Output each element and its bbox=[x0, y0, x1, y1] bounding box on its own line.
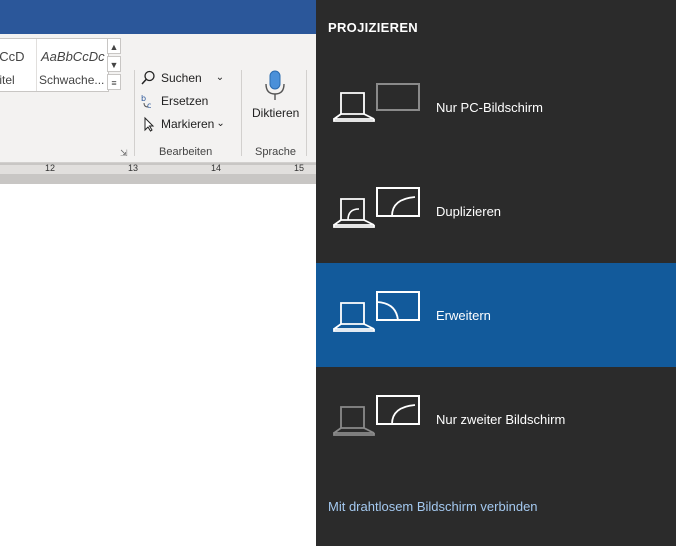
svg-text:b: b bbox=[141, 94, 146, 103]
editing-group: Suchen ⌄ bc Ersetzen Markieren ⌄ bbox=[140, 66, 225, 135]
option-label: Nur zweiter Bildschirm bbox=[436, 412, 566, 427]
project-panel: PROJIZIEREN Nur PC-Bildschirm Dupliziere… bbox=[316, 0, 676, 546]
chevron-down-icon: ⌄ bbox=[216, 118, 225, 129]
ruler-number: 15 bbox=[294, 163, 305, 173]
extend-icon bbox=[333, 291, 420, 332]
ruler-number: 13 bbox=[128, 163, 139, 173]
replace-icon: bc bbox=[140, 93, 158, 110]
chevron-down-icon: ⌄ bbox=[215, 72, 225, 83]
search-icon bbox=[140, 70, 158, 86]
option-label: Duplizieren bbox=[436, 204, 502, 219]
style-sample: bCcD bbox=[0, 49, 25, 64]
style-item[interactable]: bCcD rtitel bbox=[0, 39, 30, 91]
connect-wireless-display-link[interactable]: Mit drahtlosem Bildschirm verbinden bbox=[328, 499, 538, 514]
ruler-number: 12 bbox=[45, 163, 56, 173]
option-pc-screen-only[interactable]: Nur PC-Bildschirm bbox=[316, 55, 676, 159]
style-sample: AaBbCcDc bbox=[41, 49, 105, 64]
styles-scroll: ▲ ▼ ≡ bbox=[107, 38, 121, 90]
option-second-screen-only[interactable]: Nur zweiter Bildschirm bbox=[316, 367, 676, 471]
editing-group-label: Bearbeiten bbox=[159, 146, 213, 158]
select-label: Markieren bbox=[161, 116, 215, 131]
ribbon-separator bbox=[241, 70, 242, 156]
title-bar bbox=[0, 0, 316, 34]
select-button[interactable]: Markieren ⌄ bbox=[140, 112, 225, 135]
style-name: rtitel bbox=[0, 73, 15, 87]
search-button[interactable]: Suchen ⌄ bbox=[140, 66, 225, 89]
option-extend[interactable]: Erweitern bbox=[316, 263, 676, 367]
replace-label: Ersetzen bbox=[161, 93, 209, 108]
replace-button[interactable]: bc Ersetzen bbox=[140, 89, 225, 112]
styles-scroll-up-button[interactable]: ▲ bbox=[107, 38, 121, 54]
styles-expand-button[interactable]: ≡ bbox=[107, 74, 121, 90]
style-name: Schwache... bbox=[39, 73, 105, 87]
document-page[interactable] bbox=[0, 184, 316, 546]
duplicate-icon bbox=[333, 187, 420, 228]
styles-scroll-down-button[interactable]: ▼ bbox=[107, 56, 121, 72]
option-duplicate[interactable]: Duplizieren bbox=[316, 159, 676, 263]
search-label: Suchen bbox=[161, 70, 202, 85]
word-window: bCcD rtitel AaBbCcDc Schwache... ▲ ▼ ≡ ⇲… bbox=[0, 0, 316, 546]
styles-gallery: bCcD rtitel AaBbCcDc Schwache... bbox=[0, 38, 109, 92]
ruler-number: 14 bbox=[211, 163, 222, 173]
cursor-icon bbox=[140, 116, 158, 132]
ribbon-separator bbox=[306, 70, 307, 156]
ribbon-separator bbox=[134, 70, 135, 156]
second-screen-only-icon bbox=[333, 395, 420, 436]
option-label: Erweitern bbox=[436, 308, 491, 323]
voice-group-label: Sprache bbox=[255, 146, 296, 158]
svg-text:c: c bbox=[147, 101, 151, 109]
document-margin bbox=[0, 176, 316, 184]
option-label: Nur PC-Bildschirm bbox=[436, 100, 543, 115]
pc-screen-only-icon bbox=[333, 83, 420, 122]
dictate-button-label[interactable]: Diktieren bbox=[252, 106, 299, 120]
style-item[interactable]: AaBbCcDc Schwache... bbox=[36, 39, 107, 91]
microphone-icon[interactable] bbox=[264, 70, 286, 107]
styles-dialog-launcher-icon[interactable]: ⇲ bbox=[120, 148, 129, 158]
panel-title: PROJIZIEREN bbox=[328, 20, 418, 35]
